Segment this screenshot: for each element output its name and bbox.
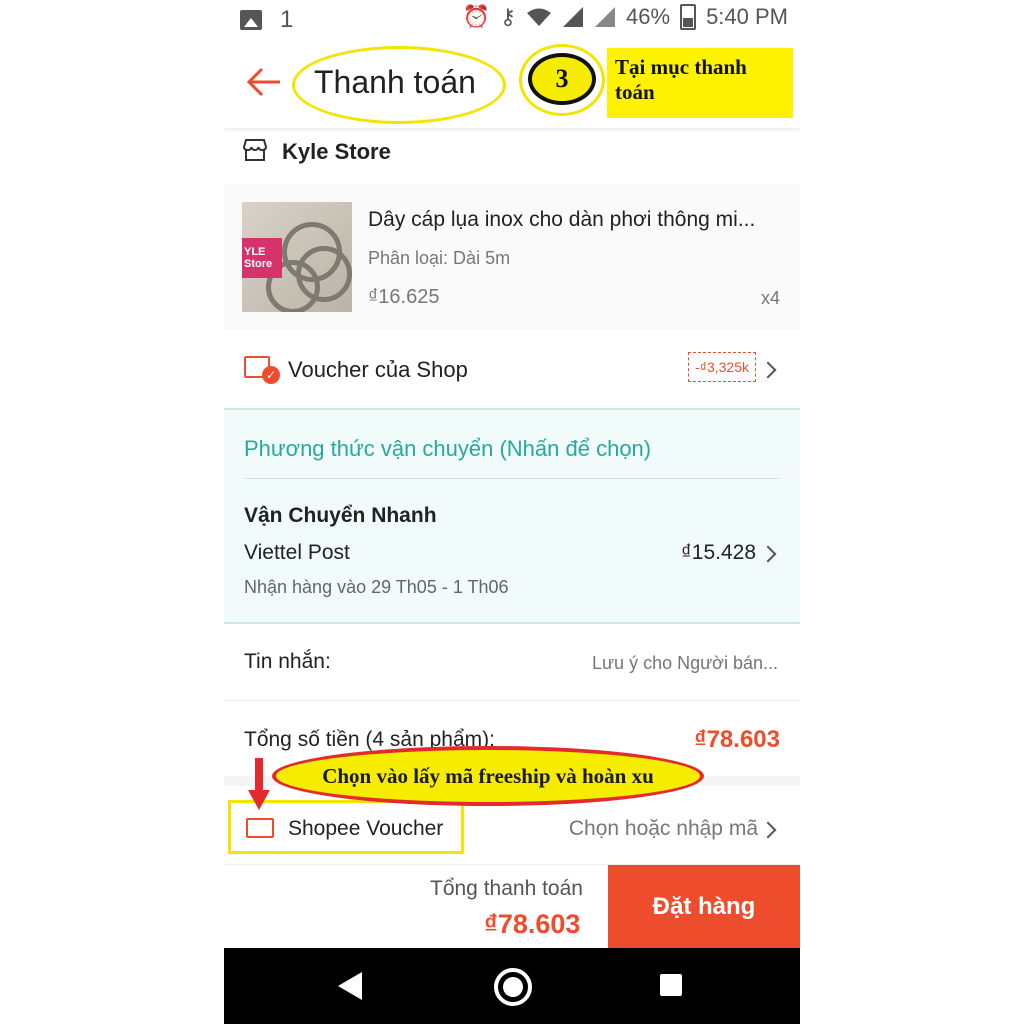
page-title: Thanh toán	[314, 64, 476, 100]
order-total-value: ₫78.603	[694, 726, 780, 753]
battery-percent: 46%	[626, 4, 671, 29]
nav-recent-icon[interactable]	[660, 974, 682, 996]
nav-home-icon[interactable]	[494, 968, 532, 1006]
back-arrow-icon[interactable]	[244, 62, 284, 102]
checkout-bar: Tổng thanh toán ₫78.603 Đặt hàng	[224, 864, 800, 949]
nav-back-icon[interactable]	[338, 972, 362, 1000]
clock: 5:40 PM	[706, 4, 788, 29]
store-name: Kyle Store	[282, 139, 391, 164]
step-note: Tại mục thanh toán	[607, 48, 793, 118]
navigation-bar	[224, 948, 800, 1024]
app-header: Thanh toán 3 Tại mục thanh toán	[224, 40, 800, 129]
step-number-badge: 3	[528, 53, 596, 105]
product-name: Dây cáp lụa inox cho dàn phơi thông mi..…	[368, 208, 756, 231]
divider	[244, 478, 780, 479]
shop-voucher-row[interactable]: ✓ Voucher của Shop -₫3,325k	[224, 330, 800, 410]
signal-icon	[595, 7, 616, 27]
chevron-right-icon	[759, 821, 777, 839]
message-input[interactable]	[516, 652, 780, 675]
image-icon	[240, 10, 262, 30]
shipping-carrier: Viettel Post	[244, 541, 350, 564]
product-item[interactable]: YLE Store Dây cáp lụa inox cho dàn phơi …	[224, 184, 800, 330]
key-icon: ⚷	[499, 4, 517, 29]
message-row: Tin nhắn:	[224, 624, 800, 701]
battery-icon	[680, 4, 697, 30]
shipping-section[interactable]: Phương thức vận chuyển (Nhấn để chọn) Vậ…	[224, 410, 800, 624]
wifi-icon	[527, 8, 552, 26]
product-variant: Phân loại: Dài 5m	[368, 248, 511, 268]
delivery-date: Nhận hàng vào 29 Th05 - 1 Th06	[244, 577, 509, 597]
shopee-voucher-action[interactable]: Chọn hoặc nhập mã	[569, 817, 758, 841]
thumbnail-tag: YLE Store	[242, 238, 282, 278]
chevron-right-icon	[759, 545, 777, 563]
status-bar: 1 ⏰ ⚷ 46% 5:40 PM	[224, 0, 800, 40]
shop-voucher-label: Voucher của Shop	[288, 357, 468, 382]
signal-icon	[563, 7, 584, 27]
shipping-fee: ₫15.428	[680, 541, 756, 564]
check-icon: ✓	[262, 366, 280, 384]
alarm-icon: ⏰	[462, 4, 490, 29]
red-arrow-icon	[248, 758, 270, 810]
shipping-method-name: Vận Chuyển Nhanh	[244, 504, 437, 527]
place-order-button[interactable]: Đặt hàng	[608, 865, 800, 949]
checkout-screen: 1 ⏰ ⚷ 46% 5:40 PM Thanh toán 3 Tại mục t…	[224, 0, 800, 1024]
store-icon	[242, 139, 268, 161]
chevron-right-icon	[759, 361, 777, 379]
store-row[interactable]: Kyle Store	[224, 130, 800, 180]
message-label: Tin nhắn:	[244, 650, 331, 673]
voucher-icon	[246, 818, 274, 838]
annotation-balloon: Chọn vào lấy mã freeship và hoàn xu	[272, 746, 704, 806]
shop-voucher-badge: -₫3,325k	[688, 352, 756, 382]
payment-total-label: Tổng thanh toán	[430, 877, 583, 900]
status-number: 1	[280, 6, 294, 33]
product-thumbnail: YLE Store	[242, 202, 352, 312]
payment-total-value: ₫78.603	[484, 909, 581, 939]
shopee-voucher-label: Shopee Voucher	[288, 817, 444, 840]
shipping-section-title: Phương thức vận chuyển (Nhấn để chọn)	[244, 436, 652, 461]
product-price: ₫16.625	[368, 286, 440, 308]
product-quantity: x4	[760, 288, 780, 308]
